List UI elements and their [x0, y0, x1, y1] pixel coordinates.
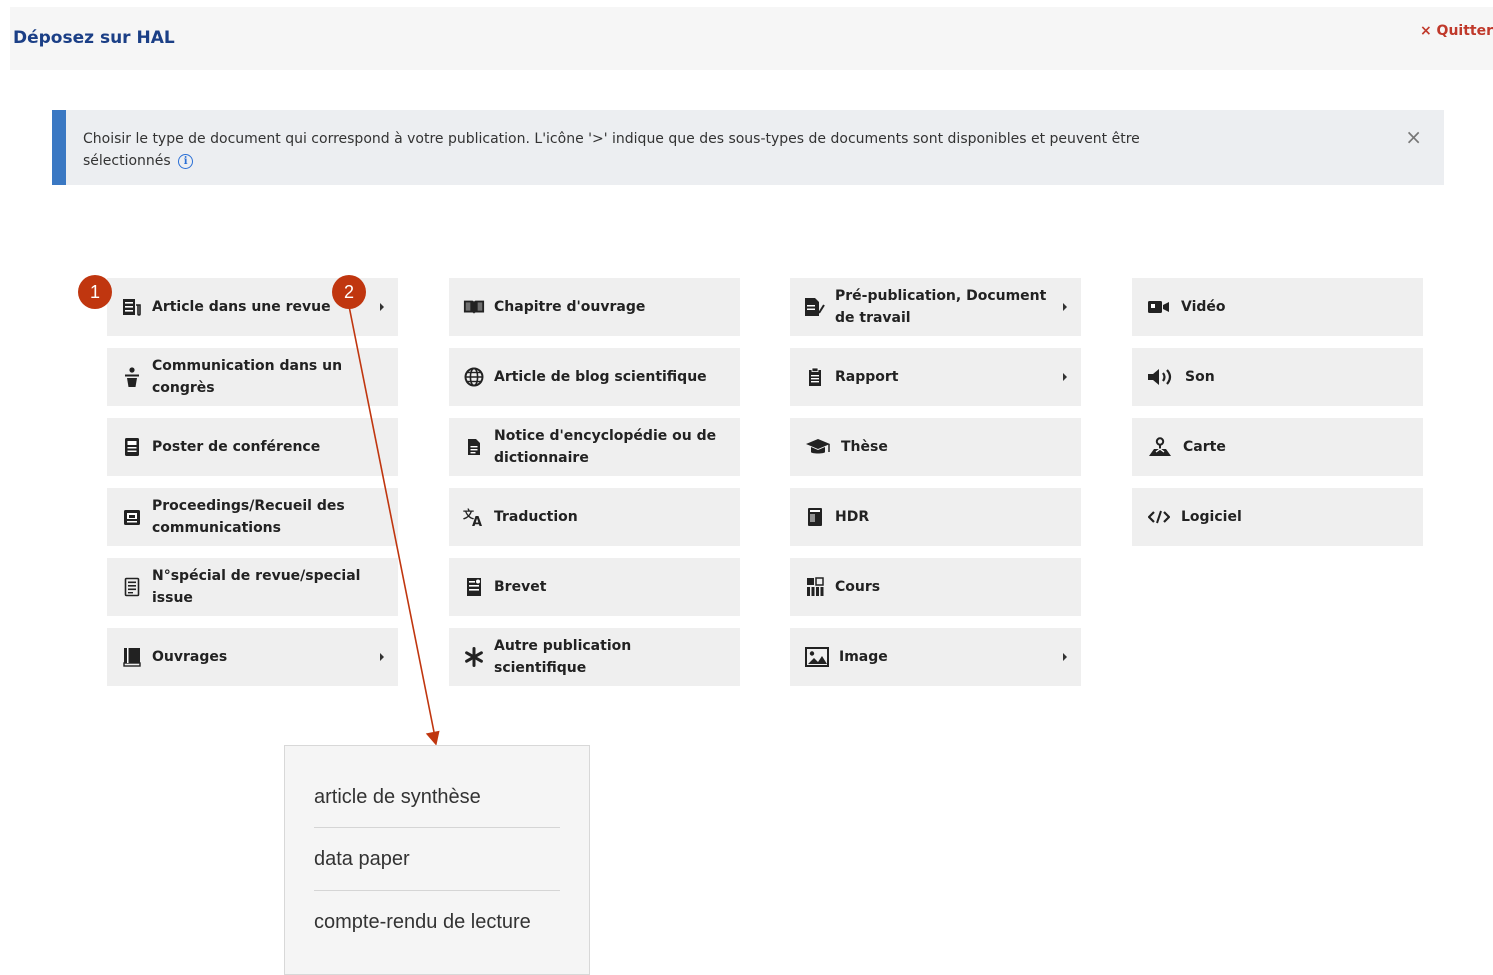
tile-label: Ouvrages: [152, 649, 228, 665]
doctype-brevet[interactable]: Brevet: [449, 558, 740, 616]
doctype-communication-congres[interactable]: Communication dans un congrès: [107, 348, 398, 406]
doctype-hdr[interactable]: HDR: [790, 488, 1081, 546]
newspaper-icon: [121, 296, 143, 318]
doctype-video[interactable]: Vidéo: [1132, 278, 1423, 336]
book-icon: [121, 646, 143, 668]
tile-label: Notice d'encyclopédie ou de dictionnaire: [494, 428, 717, 466]
svg-text:A: A: [472, 515, 482, 527]
quit-button[interactable]: × Quitter: [1420, 23, 1493, 39]
tile-label: Traduction: [494, 509, 578, 525]
tile-label: Pré-publication, Document de travail: [835, 288, 1047, 326]
doctype-poster[interactable]: Poster de conférence: [107, 418, 398, 476]
tile-label: Image: [839, 649, 888, 665]
doctype-carte[interactable]: Carte: [1132, 418, 1423, 476]
tile-label: Logiciel: [1181, 509, 1242, 525]
submenu-arrow-icon: [1063, 373, 1067, 381]
asterisk-icon: [463, 646, 485, 668]
speaker-icon: [1146, 366, 1176, 388]
tile-label: Cours: [835, 579, 881, 595]
tile-label: Brevet: [494, 579, 547, 595]
tile-label: Carte: [1183, 439, 1226, 455]
document-icon: [463, 436, 485, 458]
doctype-ouvrages[interactable]: Ouvrages: [107, 628, 398, 686]
tile-label: Thèse: [841, 439, 888, 455]
doctype-traduction[interactable]: 文A Traduction: [449, 488, 740, 546]
banner-message-container: Choisir le type de document qui correspo…: [83, 128, 1173, 172]
globe-icon: [463, 366, 485, 388]
tile-label: N°spécial de revue/special issue: [152, 568, 361, 606]
doctype-autre-publication[interactable]: Autre publication scientifique: [449, 628, 740, 686]
doctype-cours[interactable]: Cours: [790, 558, 1081, 616]
submenu-arrow-icon: [1063, 303, 1067, 311]
info-icon[interactable]: i: [178, 153, 194, 169]
doctype-notice-encyclopedie[interactable]: Notice d'encyclopédie ou de dictionnaire: [449, 418, 740, 476]
tile-label: Autre publication scientifique: [494, 638, 632, 676]
doctype-blog[interactable]: Article de blog scientifique: [449, 348, 740, 406]
hdr-icon: [804, 506, 826, 528]
annotation-badge-2: 2: [332, 275, 366, 309]
tile-label: Communication dans un congrès: [152, 358, 343, 396]
doctype-rapport[interactable]: Rapport: [790, 348, 1081, 406]
info-banner: Choisir le type de document qui correspo…: [52, 110, 1444, 185]
patent-icon: [463, 576, 485, 598]
translate-icon: 文A: [463, 506, 485, 528]
tile-label: HDR: [835, 509, 870, 525]
doctype-logiciel[interactable]: Logiciel: [1132, 488, 1423, 546]
open-book-icon: [463, 296, 485, 318]
poster-icon: [121, 436, 143, 458]
video-icon: [1146, 296, 1172, 318]
tile-label: Chapitre d'ouvrage: [494, 299, 646, 315]
doctype-these[interactable]: Thèse: [790, 418, 1081, 476]
tile-label: Vidéo: [1181, 299, 1226, 315]
banner-close-button[interactable]: ×: [1405, 125, 1422, 149]
doctype-proceedings[interactable]: Proceedings/Recueil des communications: [107, 488, 398, 546]
banner-message: Choisir le type de document qui correspo…: [83, 131, 1140, 169]
code-icon: [1146, 506, 1172, 528]
doctype-pre-publication[interactable]: Pré-publication, Document de travail: [790, 278, 1081, 336]
graduation-cap-icon: [804, 436, 832, 458]
annotation-badge-1: 1: [78, 275, 112, 309]
subtype-article-synthese[interactable]: article de synthèse: [314, 766, 560, 828]
submenu-arrow-icon: [380, 653, 384, 661]
doctype-son[interactable]: Son: [1132, 348, 1423, 406]
special-issue-icon: [121, 576, 143, 598]
proceedings-icon: [121, 506, 143, 528]
course-icon: [804, 576, 826, 598]
subtype-dropdown: article de synthèse data paper compte-re…: [284, 745, 590, 975]
subtype-data-paper[interactable]: data paper: [314, 828, 560, 890]
page-title: Déposez sur HAL: [13, 28, 175, 48]
subtype-compte-rendu[interactable]: compte-rendu de lecture: [314, 891, 560, 953]
doctype-image[interactable]: Image: [790, 628, 1081, 686]
clipboard-icon: [804, 366, 826, 388]
doctype-chapitre-ouvrage[interactable]: Chapitre d'ouvrage: [449, 278, 740, 336]
edit-document-icon: [804, 296, 826, 318]
tile-label: Article de blog scientifique: [494, 369, 707, 385]
submenu-arrow-icon: [380, 303, 384, 311]
map-person-icon: [1146, 436, 1174, 458]
doctype-special-issue[interactable]: N°spécial de revue/special issue: [107, 558, 398, 616]
image-icon: [804, 646, 830, 668]
submenu-arrow-icon: [1063, 653, 1067, 661]
top-bar: Déposez sur HAL × Quitter: [10, 7, 1493, 70]
tile-label: Proceedings/Recueil des communications: [152, 498, 345, 536]
tile-label: Son: [1185, 369, 1215, 385]
podium-icon: [121, 366, 143, 388]
tile-label: Poster de conférence: [152, 439, 321, 455]
tile-label: Rapport: [835, 369, 899, 385]
